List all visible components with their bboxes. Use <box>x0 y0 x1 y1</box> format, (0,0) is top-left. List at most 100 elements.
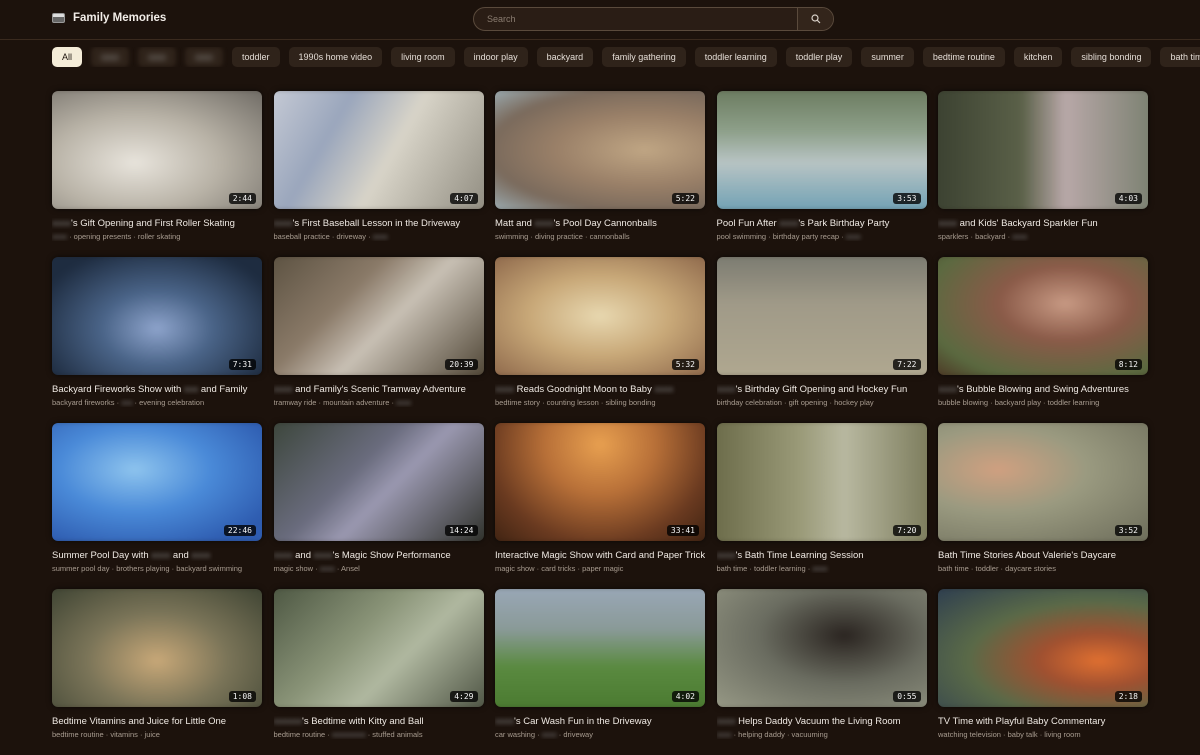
video-thumbnail[interactable]: 33:41 <box>495 423 705 541</box>
video-thumbnail[interactable]: 5:22 <box>495 91 705 209</box>
video-card[interactable]: 33:41 Interactive Magic Show with Card an… <box>495 423 705 589</box>
video-thumbnail[interactable]: 20:39 <box>273 257 484 375</box>
video-title[interactable]: xxxxxx's Bedtime with Kitty and Ball <box>274 716 484 727</box>
search-input[interactable] <box>474 8 797 30</box>
video-title[interactable]: Bath Time Stories About Valerie's Daycar… <box>938 550 1148 561</box>
text-segment: magic show · card tricks · paper magic <box>495 564 624 573</box>
video-card[interactable]: 1:08 Bedtime Vitamins and Juice for Littl… <box>52 589 262 755</box>
video-thumbnail[interactable]: 2:18 <box>938 589 1148 707</box>
video-card[interactable]: 20:39 xxxx and Family's Scenic Tramway Ad… <box>273 257 484 423</box>
chip-toddler-play[interactable]: toddler play <box>785 47 853 67</box>
duration-badge: 8:12 <box>1114 359 1142 370</box>
chip-all[interactable]: All <box>52 47 83 67</box>
video-thumbnail[interactable]: 2:44 <box>52 91 262 209</box>
search-button[interactable] <box>797 8 833 30</box>
video-thumbnail[interactable]: 22:46 <box>52 423 262 541</box>
redacted-text: xxxx <box>812 564 828 573</box>
video-title[interactable]: xxxx's Bubble Blowing and Swing Adventur… <box>938 384 1148 395</box>
video-title[interactable]: xxxx and Family's Scenic Tramway Adventu… <box>274 384 484 395</box>
chip-family-gathering[interactable]: family gathering <box>602 47 686 67</box>
video-tags: magic show · card tricks · paper magic <box>495 564 705 573</box>
text-segment: 's Bath Time Learning Session <box>735 550 864 561</box>
chip-1990s-home-video[interactable]: 1990s home video <box>288 47 383 67</box>
video-title[interactable]: Interactive Magic Show with Card and Pap… <box>495 550 705 561</box>
video-title[interactable]: TV Time with Playful Baby Commentary <box>938 716 1148 727</box>
video-title[interactable]: xxxx and xxxx's Magic Show Performance <box>274 550 484 561</box>
text-segment: TV Time with Playful Baby Commentary <box>938 716 1106 727</box>
chip-label: bedtime routine <box>932 52 995 62</box>
chip-bedtime-routine[interactable]: bedtime routine <box>922 47 1005 67</box>
video-tags: bedtime routine · vitamins · juice <box>52 730 262 739</box>
chip-backyard[interactable]: backyard <box>536 47 594 67</box>
video-thumbnail[interactable]: 4:29 <box>273 589 484 707</box>
chip-summer[interactable]: summer <box>861 47 914 67</box>
video-card[interactable]: 7:20 xxxx's Bath Time Learning Session bat… <box>716 423 927 589</box>
video-title[interactable]: Pool Fun After xxxx's Park Birthday Part… <box>717 218 927 229</box>
thumbnail-image <box>495 257 705 375</box>
video-card[interactable]: 8:12 xxxx's Bubble Blowing and Swing Adve… <box>938 257 1148 423</box>
duration-badge: 5:22 <box>671 193 699 204</box>
chip-indoor-play[interactable]: indoor play <box>463 47 528 67</box>
video-title[interactable]: Matt and xxxx's Pool Day Cannonballs <box>495 218 705 229</box>
text-segment: pool swimming · birthday party recap · <box>716 232 846 241</box>
video-card[interactable]: 14:24 xxxx and xxxx's Magic Show Performa… <box>273 423 484 589</box>
video-title[interactable]: xxxx's Birthday Gift Opening and Hockey … <box>717 384 927 395</box>
text-segment: bedtime routine · vitamins · juice <box>52 730 160 739</box>
video-title[interactable]: xxxx and Kids' Backyard Sparkler Fun <box>938 218 1148 229</box>
video-thumbnail[interactable]: 7:20 <box>716 423 927 541</box>
text-segment: watching television · baby talk · living… <box>938 730 1081 739</box>
video-card[interactable]: 7:31 Backyard Fireworks Show with xxx and… <box>52 257 262 423</box>
video-card[interactable]: 7:22 xxxx's Birthday Gift Opening and Hoc… <box>716 257 927 423</box>
video-thumbnail[interactable]: 14:24 <box>273 423 484 541</box>
video-thumbnail[interactable]: 1:08 <box>52 589 262 707</box>
video-card[interactable]: 2:44 xxxx's Gift Opening and First Roller… <box>52 91 262 257</box>
video-title[interactable]: xxxx's Bath Time Learning Session <box>717 550 927 561</box>
video-thumbnail[interactable]: 7:31 <box>52 257 262 375</box>
video-thumbnail[interactable]: 4:03 <box>938 91 1148 209</box>
video-thumbnail[interactable]: 8:12 <box>938 257 1148 375</box>
video-card[interactable]: 5:22 Matt and xxxx's Pool Day Cannonballs… <box>495 91 705 257</box>
video-card[interactable]: 0:55 xxxx Helps Daddy Vacuum the Living R… <box>716 589 927 755</box>
video-card[interactable]: 4:29 xxxxxx's Bedtime with Kitty and Ball… <box>273 589 484 755</box>
text-segment: car washing · <box>495 730 542 739</box>
video-card[interactable]: 4:07 xxxx's First Baseball Lesson in the … <box>273 91 484 257</box>
video-thumbnail[interactable]: 5:32 <box>495 257 705 375</box>
chip-hidden-2[interactable]: xxxx <box>138 47 177 67</box>
video-card[interactable]: 3:52 Bath Time Stories About Valerie's Da… <box>938 423 1148 589</box>
chip-bath-time[interactable]: bath time <box>1160 47 1200 67</box>
duration-badge: 4:29 <box>450 691 478 702</box>
video-thumbnail[interactable]: 7:22 <box>716 257 927 375</box>
chip-hidden-1[interactable]: xxxx <box>91 47 130 67</box>
brand[interactable]: Family Memories <box>52 12 166 24</box>
chip-kitchen[interactable]: kitchen <box>1013 47 1063 67</box>
text-segment: Pool Fun After <box>716 218 780 229</box>
chip-toddler[interactable]: toddler <box>232 47 280 67</box>
video-title[interactable]: xxxx's Gift Opening and First Roller Ska… <box>52 218 262 229</box>
chip-living-room[interactable]: living room <box>391 47 455 67</box>
video-title[interactable]: Summer Pool Day with xxxx and xxxx <box>52 550 262 561</box>
video-card[interactable]: 4:02 xxxx's Car Wash Fun in the Driveway c… <box>495 589 705 755</box>
video-card[interactable]: 4:03 xxxx and Kids' Backyard Sparkler Fun… <box>938 91 1148 257</box>
video-thumbnail[interactable]: 3:53 <box>716 91 927 209</box>
thumbnail-image <box>273 257 484 375</box>
video-thumbnail[interactable]: 3:52 <box>938 423 1148 541</box>
video-thumbnail[interactable]: 4:07 <box>273 91 484 209</box>
video-title[interactable]: xxxx's Car Wash Fun in the Driveway <box>495 716 705 727</box>
redacted-text: xxxx <box>1012 232 1028 241</box>
video-card[interactable]: 22:46 Summer Pool Day with xxxx and xxxx s… <box>52 423 262 589</box>
video-title[interactable]: xxxx's First Baseball Lesson in the Driv… <box>274 218 484 229</box>
video-card[interactable]: 5:32 xxxx Reads Goodnight Moon to Baby xx… <box>495 257 705 423</box>
text-segment: · evening celebration <box>132 398 205 407</box>
video-title[interactable]: Backyard Fireworks Show with xxx and Fam… <box>52 384 262 395</box>
video-card[interactable]: 3:53 Pool Fun After xxxx's Park Birthday … <box>716 91 927 257</box>
video-title[interactable]: xxxx Helps Daddy Vacuum the Living Room <box>717 716 927 727</box>
video-thumbnail[interactable]: 0:55 <box>716 589 927 707</box>
chip-hidden-3[interactable]: xxxx <box>185 47 224 67</box>
video-card[interactable]: 2:18 TV Time with Playful Baby Commentary… <box>938 589 1148 755</box>
video-tags: tramway ride · mountain adventure · xxxx <box>274 398 484 407</box>
chip-toddler-learning[interactable]: toddler learning <box>694 47 777 67</box>
chip-sibling-bonding[interactable]: sibling bonding <box>1071 47 1152 67</box>
video-title[interactable]: xxxx Reads Goodnight Moon to Baby xxxx <box>495 384 705 395</box>
video-title[interactable]: Bedtime Vitamins and Juice for Little On… <box>52 716 262 727</box>
video-thumbnail[interactable]: 4:02 <box>495 589 705 707</box>
